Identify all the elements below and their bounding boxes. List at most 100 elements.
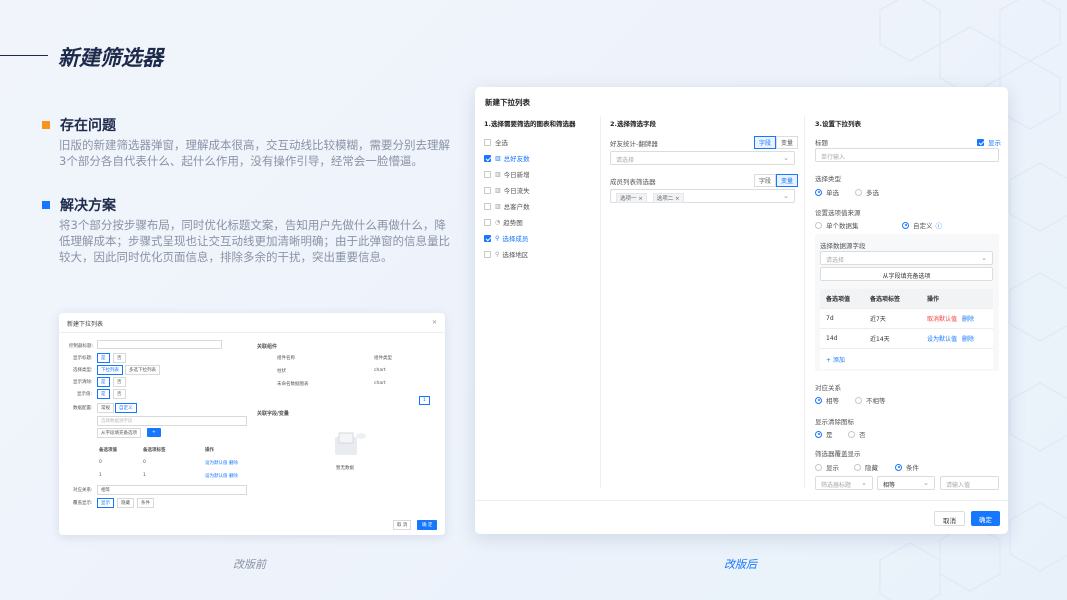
cond-title-select[interactable]: 筛选器标题 ⌄	[815, 476, 873, 490]
step3-title-input[interactable]: 单行输入	[815, 148, 999, 162]
step2-group2-toggle[interactable]: 字段 变量	[754, 174, 799, 187]
old-assoc-th-name: 组件名称	[277, 356, 295, 361]
step1-item-today-lost[interactable]: ▥ 今日流失	[484, 185, 530, 195]
radio-off[interactable]	[854, 463, 861, 471]
caption-after: 改版后	[724, 558, 757, 571]
checkbox-checked[interactable]	[484, 154, 491, 162]
step1-item-total-customers[interactable]: ▥ 总客户数	[484, 201, 530, 211]
old-row1-label: 0	[143, 460, 146, 465]
step1-item-select-region[interactable]: ⚲ 选择地区	[484, 249, 528, 259]
filter-icon: ⚲	[495, 250, 500, 258]
old-title-input[interactable]	[97, 340, 222, 349]
old-show-title-yes[interactable]: 是	[97, 353, 110, 363]
radio-off[interactable]	[855, 396, 862, 404]
old-show-clear-yes[interactable]: 是	[97, 377, 110, 387]
cancel-button[interactable]: 取消	[934, 511, 965, 526]
old-type-multi[interactable]: 多选下拉列表	[125, 365, 160, 375]
old-show-clear-no[interactable]: 否	[113, 377, 126, 387]
step1-item-today-new[interactable]: ▥ 今日新增	[484, 169, 530, 179]
toggle-field[interactable]: 字段	[754, 174, 777, 187]
old-type-dropdown[interactable]: 下拉列表	[97, 365, 123, 375]
checkbox-checked[interactable]	[977, 138, 984, 146]
old-page-show-1[interactable]: 隐藏	[117, 498, 134, 508]
step1-item-trend[interactable]: ◔ 趋势图	[484, 217, 523, 227]
step1-item-select-all[interactable]: 全选	[484, 137, 508, 147]
old-cancel-button[interactable]: 取 消	[393, 520, 412, 530]
old-dialog-header: 新建下拉列表 ✕	[59, 313, 445, 333]
delete-link[interactable]: 删除	[962, 336, 974, 343]
old-config-normal[interactable]: 常规	[97, 403, 114, 413]
step3-show-checkbox[interactable]: 显示	[977, 137, 1001, 147]
old-ok-button[interactable]: 确 定	[417, 520, 438, 530]
old-show-title-no[interactable]: 否	[113, 353, 126, 363]
info-icon[interactable]: ⓘ	[936, 220, 943, 230]
set-default-link[interactable]: 设为默认值	[927, 336, 957, 343]
radio-on[interactable]	[902, 221, 909, 229]
radio-cover-hide[interactable]: 隐藏	[854, 462, 878, 472]
cond-value-input[interactable]: 请输入值	[940, 476, 999, 490]
step1-item-select-member[interactable]: ⚲ 选择成员	[484, 233, 528, 243]
step1-item-total-friends[interactable]: ▥ 总好友数	[484, 153, 530, 163]
old-add-button[interactable]: +	[147, 428, 161, 437]
radio-cover-show[interactable]: 显示	[815, 462, 839, 472]
radio-source-custom[interactable]: 自定义 ⓘ	[902, 220, 942, 230]
old-source-select[interactable]: 选择数据源字段	[97, 416, 247, 426]
step2-group2-multiselect[interactable]: 选项一 × 选项二 × ⌄	[610, 189, 795, 203]
radio-off[interactable]	[815, 221, 822, 229]
old-show-value-yes[interactable]: 是	[97, 389, 110, 399]
cancel-default-link[interactable]: 取消默认值	[927, 316, 957, 323]
toggle-variable[interactable]: 变量	[776, 136, 799, 149]
radio-single[interactable]: 单选	[815, 187, 839, 197]
old-row2-actions[interactable]: 设为默认值 删除	[205, 473, 238, 479]
old-fill-button[interactable]: 从字段填充备选项	[97, 428, 141, 438]
old-label-relation: 对应关系:	[73, 488, 93, 493]
radio-relation-eq[interactable]: 相等	[815, 395, 839, 405]
new-dialog-title: 新建下拉列表	[485, 98, 530, 107]
radio-cover-cond[interactable]: 条件	[895, 462, 919, 472]
toggle-field[interactable]: 字段	[754, 136, 777, 149]
add-option-link[interactable]: + 添加	[820, 355, 845, 364]
checkbox[interactable]	[484, 250, 491, 258]
step2-group1-select[interactable]: 请选择 ⌄	[610, 151, 795, 165]
checkbox[interactable]	[484, 218, 491, 226]
toggle-variable[interactable]: 变量	[776, 174, 799, 187]
radio-on[interactable]	[815, 396, 822, 404]
delete-link[interactable]: 删除	[962, 316, 974, 323]
checkbox[interactable]	[484, 170, 491, 178]
old-page-show-2[interactable]: 条件	[137, 498, 154, 508]
radio-relation-neq[interactable]: 不相等	[855, 395, 886, 405]
radio-clear-no[interactable]: 否	[848, 429, 866, 439]
radio-on[interactable]	[895, 463, 902, 471]
panel-source-select[interactable]: 请选择 ⌄	[820, 251, 993, 265]
checkbox[interactable]	[484, 202, 491, 210]
old-empty-text: 暂无数据	[336, 466, 354, 471]
old-show-value-no[interactable]: 否	[113, 389, 126, 399]
radio-on[interactable]	[815, 430, 822, 438]
radio-clear-yes[interactable]: 是	[815, 429, 833, 439]
radio-off[interactable]	[855, 188, 862, 196]
old-pager-current[interactable]: 1	[419, 396, 430, 405]
old-page-show-0[interactable]: 显示	[97, 498, 114, 508]
old-config-custom[interactable]: 自定义	[115, 403, 137, 413]
radio-multi[interactable]: 多选	[855, 187, 879, 197]
fill-from-field-button[interactable]: 从字段填充备选项	[820, 267, 993, 281]
checkbox[interactable]	[484, 186, 491, 194]
panel-field-label: 选择数据源字段	[820, 242, 866, 250]
radio-source-single[interactable]: 单个数据集	[815, 220, 859, 230]
cond-op-select[interactable]: 相等 ⌄	[877, 476, 935, 490]
tag-option[interactable]: 选项一 ×	[616, 193, 647, 203]
close-icon[interactable]: ✕	[432, 319, 437, 326]
tag-option[interactable]: 选项二 ×	[652, 193, 684, 203]
checkbox-checked[interactable]	[484, 234, 491, 242]
radio-off[interactable]	[815, 463, 822, 471]
checkbox[interactable]	[484, 138, 491, 146]
table-row: 14d 近14天 设为默认值 删除	[820, 329, 993, 349]
radio-on[interactable]	[815, 188, 822, 196]
table-row: 7d 近7天 取消默认值 删除	[820, 309, 993, 329]
step2-group1-toggle[interactable]: 字段 变量	[754, 136, 799, 149]
ok-button[interactable]: 确定	[971, 511, 1000, 526]
old-relation-select[interactable]: 相等	[97, 485, 247, 495]
radio-off[interactable]	[848, 430, 855, 438]
step3-source-label: 设置选项值来源	[815, 209, 861, 217]
old-row1-actions[interactable]: 设为默认值 删除	[205, 460, 238, 466]
